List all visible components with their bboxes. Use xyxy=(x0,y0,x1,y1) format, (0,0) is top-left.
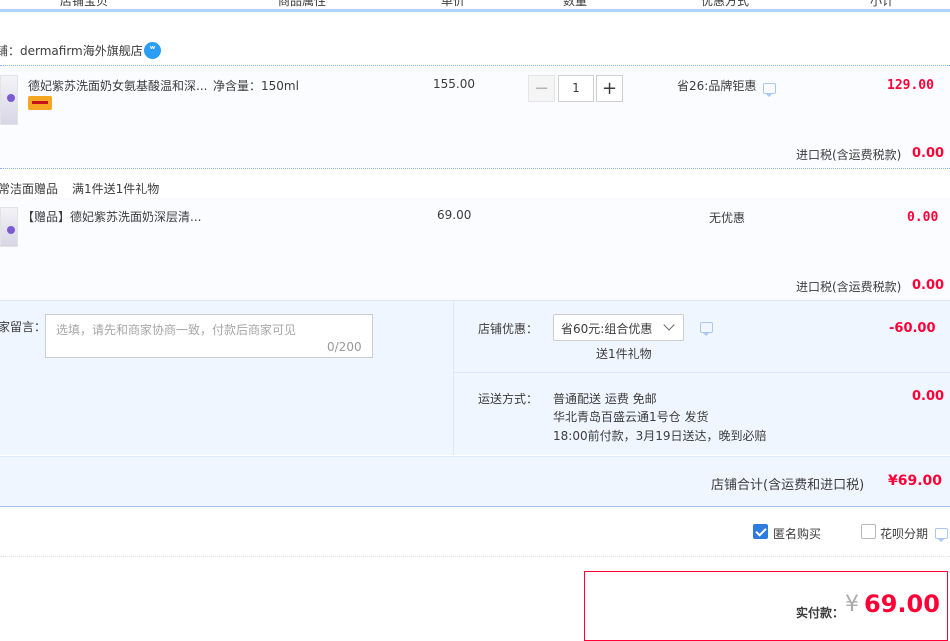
wangwang-chat-icon[interactable]: ʷ xyxy=(144,42,161,59)
quantity-input[interactable]: 1 xyxy=(558,75,594,102)
shop-discount-label: 店铺优惠： xyxy=(478,322,539,336)
promo-text: 省26:品牌钜惠 xyxy=(677,79,757,93)
payment-label: 实付款： xyxy=(796,606,845,620)
product-thumbnail[interactable] xyxy=(0,75,18,125)
discount-info-icon[interactable] xyxy=(700,322,713,336)
unit-price: 155.00 xyxy=(433,77,475,91)
col-header-qty: 数量 xyxy=(563,0,588,8)
divider xyxy=(0,168,950,169)
header-divider xyxy=(817,0,818,6)
credit-card-badge-icon xyxy=(28,96,52,110)
import-tax-label: 进口税(含运费税款) xyxy=(796,280,902,294)
seller-message-placeholder: 选填，请先和商家协商一致，付款后商家可见 xyxy=(56,323,297,337)
anonymous-purchase-checkbox[interactable] xyxy=(753,524,768,539)
panel-divider xyxy=(454,372,950,373)
import-tax-label: 进口税(含运费税款) xyxy=(796,148,902,162)
quantity-increase-button[interactable]: + xyxy=(596,75,623,102)
col-header-promo: 优惠方式 xyxy=(701,0,750,8)
shipping-method: 普通配送 运费 免邮 xyxy=(553,392,657,406)
panel-divider xyxy=(453,301,454,455)
promo-text: 无优惠 xyxy=(709,211,746,225)
gift-note: 送1件礼物 xyxy=(596,347,652,361)
message-label: 家留言： xyxy=(0,320,47,334)
quantity-decrease-button[interactable]: − xyxy=(528,75,555,102)
huabei-installment-checkbox[interactable] xyxy=(861,524,876,539)
unit-price: 69.00 xyxy=(437,208,472,222)
product-title-link[interactable]: 【赠品】德妃紫苏洗面奶深层清... xyxy=(22,208,201,225)
item-subtotal: 129.00 xyxy=(887,78,934,93)
product-title-link[interactable]: 德妃紫苏洗面奶女氨基酸温和深... xyxy=(28,77,207,94)
product-thumbnail[interactable] xyxy=(0,207,18,247)
shop-discount-value: -60.00 xyxy=(889,321,936,336)
message-char-count: 0/200 xyxy=(327,340,362,354)
import-tax-value: 0.00 xyxy=(912,278,945,293)
shop-total-label: 店铺合计(含运费和进口税) xyxy=(711,478,865,493)
col-header-price: 单价 xyxy=(441,0,466,8)
currency-symbol: ¥ xyxy=(845,592,859,617)
cart-header-row: 店铺宝贝 商品属性 单价 数量 优惠方式 小计 xyxy=(0,0,950,12)
huabei-installment-label[interactable]: 花呗分期 xyxy=(880,525,928,542)
header-divider xyxy=(636,0,637,6)
gift-group-rule: 满1件送1件礼物 xyxy=(72,182,160,196)
shop-name[interactable]: 铺：dermafirm海外旗舰店 xyxy=(0,42,143,59)
import-tax-value: 0.00 xyxy=(912,146,945,161)
divider xyxy=(0,556,950,557)
header-divider xyxy=(394,0,395,6)
shipping-warehouse: 华北青岛百盛云通1号仓 发货 xyxy=(553,410,709,424)
huabei-info-icon[interactable] xyxy=(935,528,948,542)
shipping-eta: 18:00前付款，3月19日送达，晚到必赔 xyxy=(553,429,767,443)
shipping-fee-value: 0.00 xyxy=(912,389,945,404)
product-spec: 净含量：150ml xyxy=(213,79,299,93)
gift-group-label: 常洁面赠品 xyxy=(0,182,59,196)
anonymous-purchase-label[interactable]: 匿名购买 xyxy=(773,525,821,542)
shop-discount-selected: 省60元:组合优惠 xyxy=(561,322,653,336)
col-header-item: 店铺宝贝 xyxy=(60,0,109,8)
item-subtotal: 0.00 xyxy=(907,210,939,225)
promo-info-icon[interactable] xyxy=(763,83,776,97)
shop-total-value: ¥69.00 xyxy=(888,473,943,489)
header-divider xyxy=(212,0,213,6)
header-divider xyxy=(515,0,516,6)
shipping-label: 运送方式： xyxy=(478,392,539,406)
col-header-subtotal: 小计 xyxy=(870,0,895,8)
payment-amount: 69.00 xyxy=(864,590,940,618)
col-header-attr: 商品属性 xyxy=(278,0,327,8)
